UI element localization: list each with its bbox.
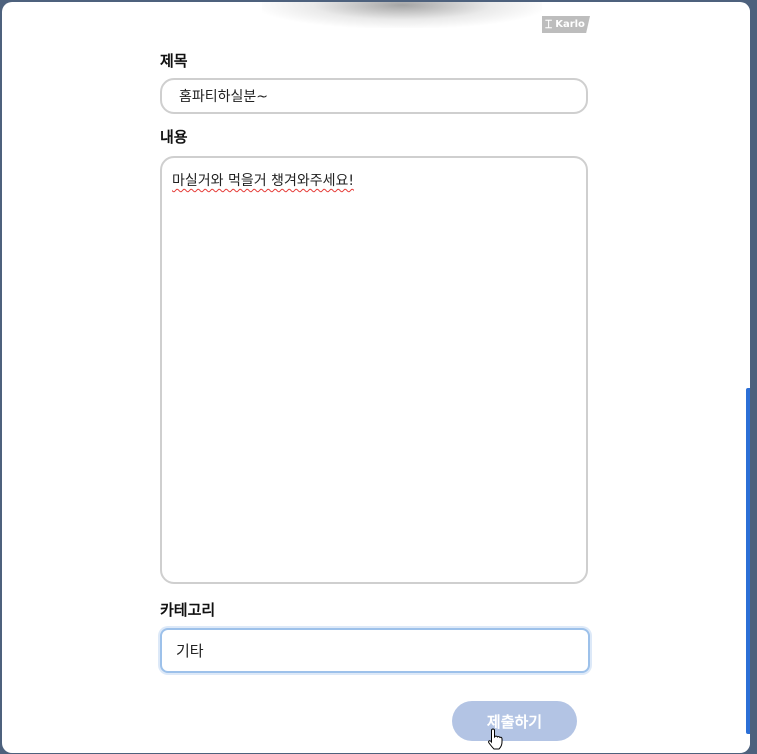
category-label: 카테고리: [160, 601, 216, 619]
header-image-blur: [262, 2, 542, 28]
title-label: 제목: [160, 52, 188, 70]
hand-pointer-icon: [488, 728, 503, 750]
category-input[interactable]: [160, 628, 590, 673]
submit-button[interactable]: 제출하기: [452, 701, 577, 741]
brand-badge: ⌶ Karlo: [542, 16, 590, 33]
content-label: 내용: [160, 128, 188, 146]
scrollbar-thumb[interactable]: [746, 388, 750, 734]
title-input[interactable]: [160, 78, 588, 114]
post-form-modal: ⌶ Karlo 제목 내용 마실거와 먹을거 챙겨와주세요! 카테고리 제출하기: [2, 2, 750, 753]
karlo-logo-icon: ⌶: [545, 17, 553, 31]
content-textarea[interactable]: 마실거와 먹을거 챙겨와주세요!: [160, 156, 588, 584]
brand-name: Karlo: [555, 19, 585, 30]
